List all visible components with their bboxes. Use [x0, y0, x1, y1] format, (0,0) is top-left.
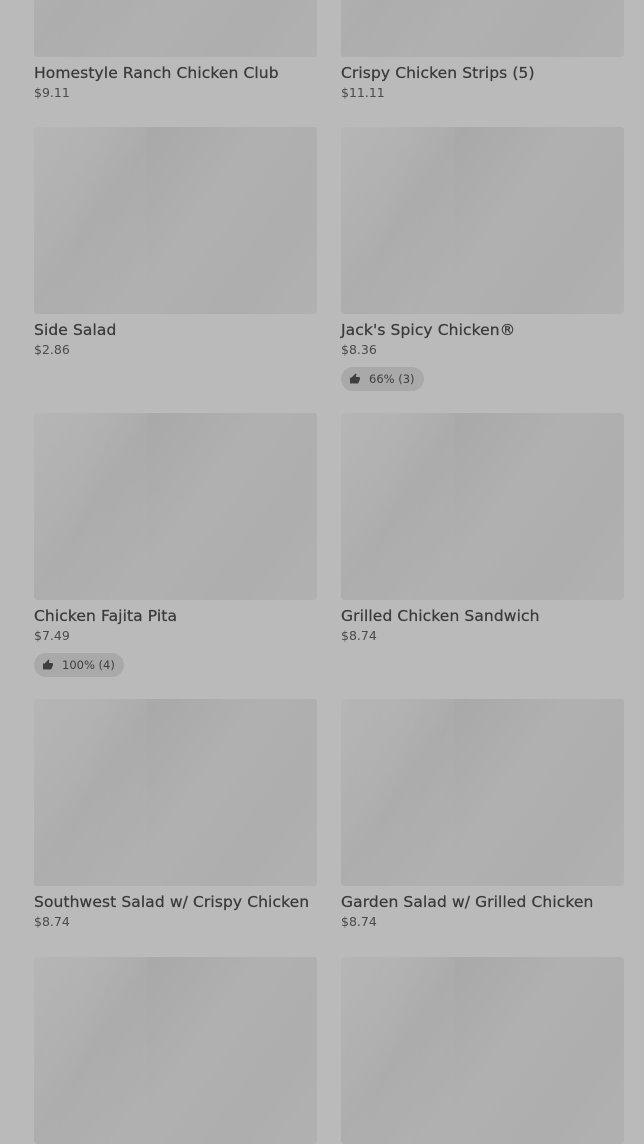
menu-item-price: $8.74	[34, 914, 70, 929]
menu-item-price: $2.86	[34, 342, 70, 357]
menu-item-image	[34, 0, 317, 57]
menu-item-card[interactable]	[341, 957, 624, 1144]
menu-item-image	[34, 699, 317, 886]
menu-item-name: Chicken Fajita Pita	[34, 607, 178, 625]
menu-item-card[interactable]: Jack's Spicy Chicken® $8.36 66% (3)	[341, 127, 624, 391]
menu-item-image	[34, 127, 317, 314]
menu-item-card[interactable]: Southwest Salad w/ Crispy Chicken $8.74	[34, 699, 317, 930]
rating-badge: 100% (4)	[34, 653, 124, 677]
menu-item-price: $9.11	[34, 85, 70, 100]
menu-item-image	[34, 413, 317, 600]
menu-item-price: $8.36	[341, 342, 377, 357]
menu-item-image	[341, 699, 624, 886]
menu-item-image	[341, 0, 624, 57]
menu-item-card[interactable]: Garden Salad w/ Grilled Chicken $8.74	[341, 699, 624, 930]
menu-item-name: Crispy Chicken Strips (5)	[341, 64, 535, 82]
menu-item-card[interactable]: Crispy Chicken Strips (5) $11.11	[341, 0, 624, 101]
rating-badge: 66% (3)	[341, 367, 424, 391]
menu-item-card[interactable]: Side Salad $2.86	[34, 127, 317, 358]
rating-text: 100% (4)	[62, 658, 115, 672]
menu-item-card[interactable]: Chicken Fajita Pita $7.49 100% (4)	[34, 413, 317, 677]
menu-item-image	[341, 957, 624, 1144]
menu-item-name: Grilled Chicken Sandwich	[341, 607, 540, 625]
menu-item-name: Southwest Salad w/ Crispy Chicken	[34, 893, 310, 911]
menu-item-image	[34, 957, 317, 1144]
thumbs-up-icon	[350, 373, 360, 384]
menu-item-image	[341, 413, 624, 600]
rating-text: 66% (3)	[369, 372, 415, 386]
menu-item-card[interactable]: Grilled Chicken Sandwich $8.74	[341, 413, 624, 644]
menu-item-price: $8.74	[341, 914, 377, 929]
menu-item-name: Jack's Spicy Chicken®	[341, 321, 516, 339]
menu-item-price: $7.49	[34, 628, 70, 643]
menu-item-card[interactable]: Homestyle Ranch Chicken Club $9.11	[34, 0, 317, 101]
menu-item-name: Garden Salad w/ Grilled Chicken	[341, 893, 594, 911]
menu-item-name: Homestyle Ranch Chicken Club	[34, 64, 279, 82]
menu-item-card[interactable]	[34, 957, 317, 1144]
menu-item-price: $8.74	[341, 628, 377, 643]
thumbs-up-icon	[43, 659, 53, 670]
menu-item-name: Side Salad	[34, 321, 117, 339]
menu-item-price: $11.11	[341, 85, 385, 100]
menu-item-image	[341, 127, 624, 314]
